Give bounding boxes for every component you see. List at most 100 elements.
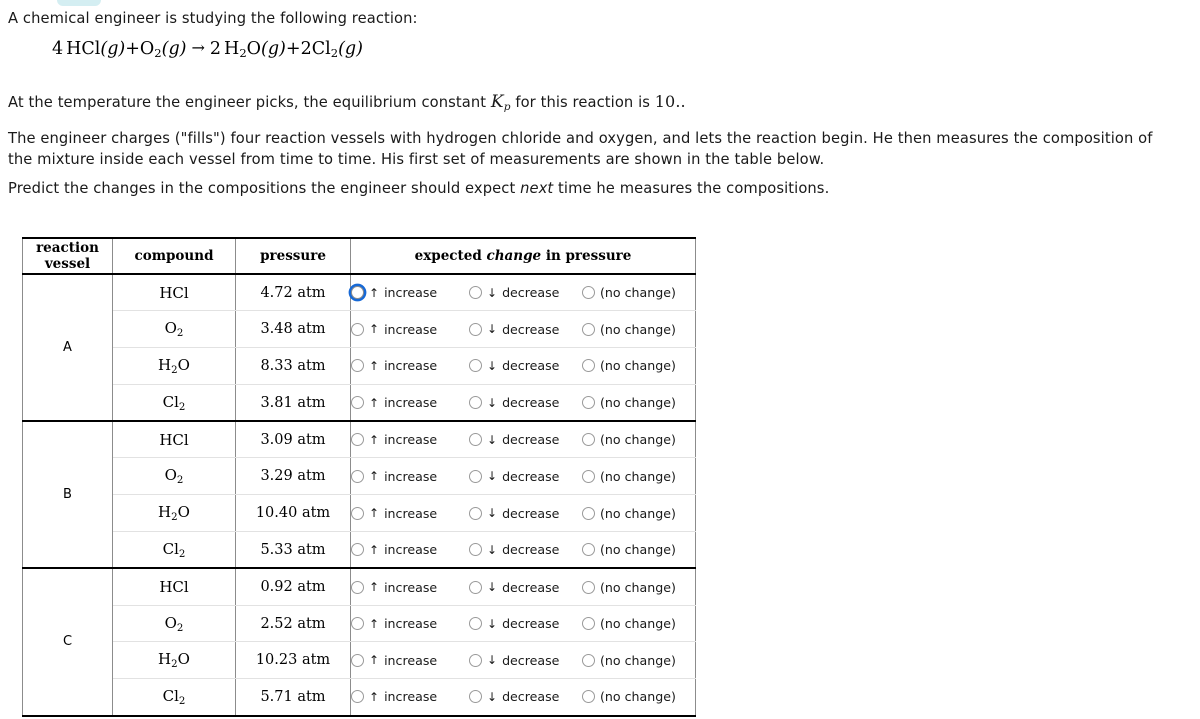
radio-option-nochange[interactable]: (no change) [582, 432, 692, 447]
radio-group: ↑ increase ↓ decrease (no change) [351, 458, 695, 494]
radio-button-decrease[interactable] [469, 396, 482, 410]
radio-button-decrease[interactable] [469, 322, 482, 336]
radio-button-nochange[interactable] [582, 359, 595, 373]
radio-option-nochange[interactable]: (no change) [582, 469, 692, 484]
radio-button-decrease[interactable] [469, 580, 482, 594]
radio-button-decrease[interactable] [469, 543, 482, 557]
radio-option-nochange[interactable]: (no change) [582, 322, 692, 337]
arrow-down-icon: ↓ [487, 285, 498, 300]
radio-button-increase[interactable] [351, 617, 364, 631]
radio-button-decrease[interactable] [469, 653, 482, 667]
radio-option-label: (no change) [600, 505, 676, 521]
radio-option-nochange[interactable]: (no change) [582, 358, 692, 373]
radio-button-decrease[interactable] [469, 690, 482, 704]
radio-option-increase[interactable]: ↑ increase [351, 580, 469, 595]
radio-option-decrease[interactable]: ↓ decrease [469, 432, 582, 447]
radio-option-decrease[interactable]: ↓ decrease [469, 506, 582, 521]
change-options-cell: ↑ increase ↓ decrease (no change) [350, 494, 696, 533]
arrow-down-icon: ↓ [487, 653, 498, 668]
radio-button-increase[interactable] [351, 359, 364, 373]
radio-option-increase[interactable]: ↑ increase [351, 322, 469, 337]
radio-option-increase[interactable]: ↑ increase [351, 616, 469, 631]
radio-option-nochange[interactable]: (no change) [582, 542, 692, 557]
radio-option-increase[interactable]: ↑ increase [351, 506, 469, 521]
radio-option-decrease[interactable]: ↓ decrease [469, 285, 582, 300]
vessel-label-b: B [22, 421, 113, 570]
radio-button-nochange[interactable] [582, 286, 595, 300]
kp-symbol-subscript: p [503, 101, 511, 114]
radio-button-increase[interactable] [351, 653, 364, 667]
radio-button-nochange[interactable] [582, 506, 595, 520]
radio-option-increase[interactable]: ↑ increase [351, 542, 469, 557]
equation-plus-1: + [125, 39, 140, 59]
radio-option-increase[interactable]: ↑ increase [351, 469, 469, 484]
radio-button-increase[interactable] [351, 286, 364, 300]
compound-base: H [158, 650, 172, 669]
radio-button-decrease[interactable] [469, 469, 482, 483]
radio-option-nochange[interactable]: (no change) [582, 506, 692, 521]
radio-option-nochange[interactable]: (no change) [582, 285, 692, 300]
radio-option-increase[interactable]: ↑ increase [351, 285, 469, 300]
radio-group: ↑ increase ↓ decrease (no change) [351, 311, 695, 347]
compound-base: Cl [162, 539, 179, 558]
radio-group: ↑ increase ↓ decrease (no change) [351, 495, 695, 531]
radio-option-decrease[interactable]: ↓ decrease [469, 358, 582, 373]
radio-button-increase[interactable] [351, 543, 364, 557]
radio-button-increase[interactable] [351, 690, 364, 704]
pressure-value: 10.23 atm [235, 641, 351, 680]
equation-species-cl: Cl [311, 39, 331, 59]
radio-option-label: (no change) [600, 616, 676, 632]
radio-button-increase[interactable] [351, 580, 364, 594]
radio-option-label: (no change) [600, 579, 676, 595]
radio-option-increase[interactable]: ↑ increase [351, 358, 469, 373]
radio-option-decrease[interactable]: ↓ decrease [469, 580, 582, 595]
radio-button-increase[interactable] [351, 433, 364, 447]
radio-option-increase[interactable]: ↑ increase [351, 395, 469, 410]
arrow-up-icon: ↑ [369, 580, 380, 595]
arrow-up-icon: ↑ [369, 469, 380, 484]
radio-option-nochange[interactable]: (no change) [582, 653, 692, 668]
radio-button-nochange[interactable] [582, 653, 595, 667]
equation-coeff-hcl: 4 [52, 39, 64, 59]
radio-button-nochange[interactable] [582, 580, 595, 594]
radio-option-decrease[interactable]: ↓ decrease [469, 542, 582, 557]
radio-button-nochange[interactable] [582, 543, 595, 557]
radio-option-decrease[interactable]: ↓ decrease [469, 689, 582, 704]
pressure-value: 3.81 atm [235, 383, 351, 423]
radio-button-nochange[interactable] [582, 617, 595, 631]
radio-option-label: increase [384, 616, 438, 632]
arrow-up-icon: ↑ [369, 395, 380, 410]
radio-button-nochange[interactable] [582, 396, 595, 410]
radio-option-label: decrease [502, 468, 560, 484]
radio-button-decrease[interactable] [469, 359, 482, 373]
arrow-up-icon: ↑ [369, 506, 380, 521]
radio-button-decrease[interactable] [469, 506, 482, 520]
radio-button-decrease[interactable] [469, 433, 482, 447]
arrow-down-icon: ↓ [487, 395, 498, 410]
radio-option-nochange[interactable]: (no change) [582, 395, 692, 410]
radio-option-increase[interactable]: ↑ increase [351, 689, 469, 704]
radio-button-decrease[interactable] [469, 286, 482, 300]
radio-button-nochange[interactable] [582, 322, 595, 336]
radio-option-nochange[interactable]: (no change) [582, 580, 692, 595]
radio-option-decrease[interactable]: ↓ decrease [469, 469, 582, 484]
radio-button-decrease[interactable] [469, 617, 482, 631]
radio-option-decrease[interactable]: ↓ decrease [469, 616, 582, 631]
radio-option-nochange[interactable]: (no change) [582, 689, 692, 704]
radio-button-nochange[interactable] [582, 690, 595, 704]
compound-formula: Cl2 [112, 531, 236, 570]
radio-button-increase[interactable] [351, 396, 364, 410]
radio-option-decrease[interactable]: ↓ decrease [469, 322, 582, 337]
radio-option-decrease[interactable]: ↓ decrease [469, 653, 582, 668]
radio-option-increase[interactable]: ↑ increase [351, 432, 469, 447]
radio-button-increase[interactable] [351, 506, 364, 520]
radio-option-increase[interactable]: ↑ increase [351, 653, 469, 668]
radio-button-nochange[interactable] [582, 469, 595, 483]
radio-option-nochange[interactable]: (no change) [582, 616, 692, 631]
radio-button-increase[interactable] [351, 322, 364, 336]
arrow-down-icon: ↓ [487, 432, 498, 447]
radio-button-nochange[interactable] [582, 433, 595, 447]
compound-subscript: 2 [176, 475, 184, 487]
radio-option-decrease[interactable]: ↓ decrease [469, 395, 582, 410]
radio-button-increase[interactable] [351, 469, 364, 483]
